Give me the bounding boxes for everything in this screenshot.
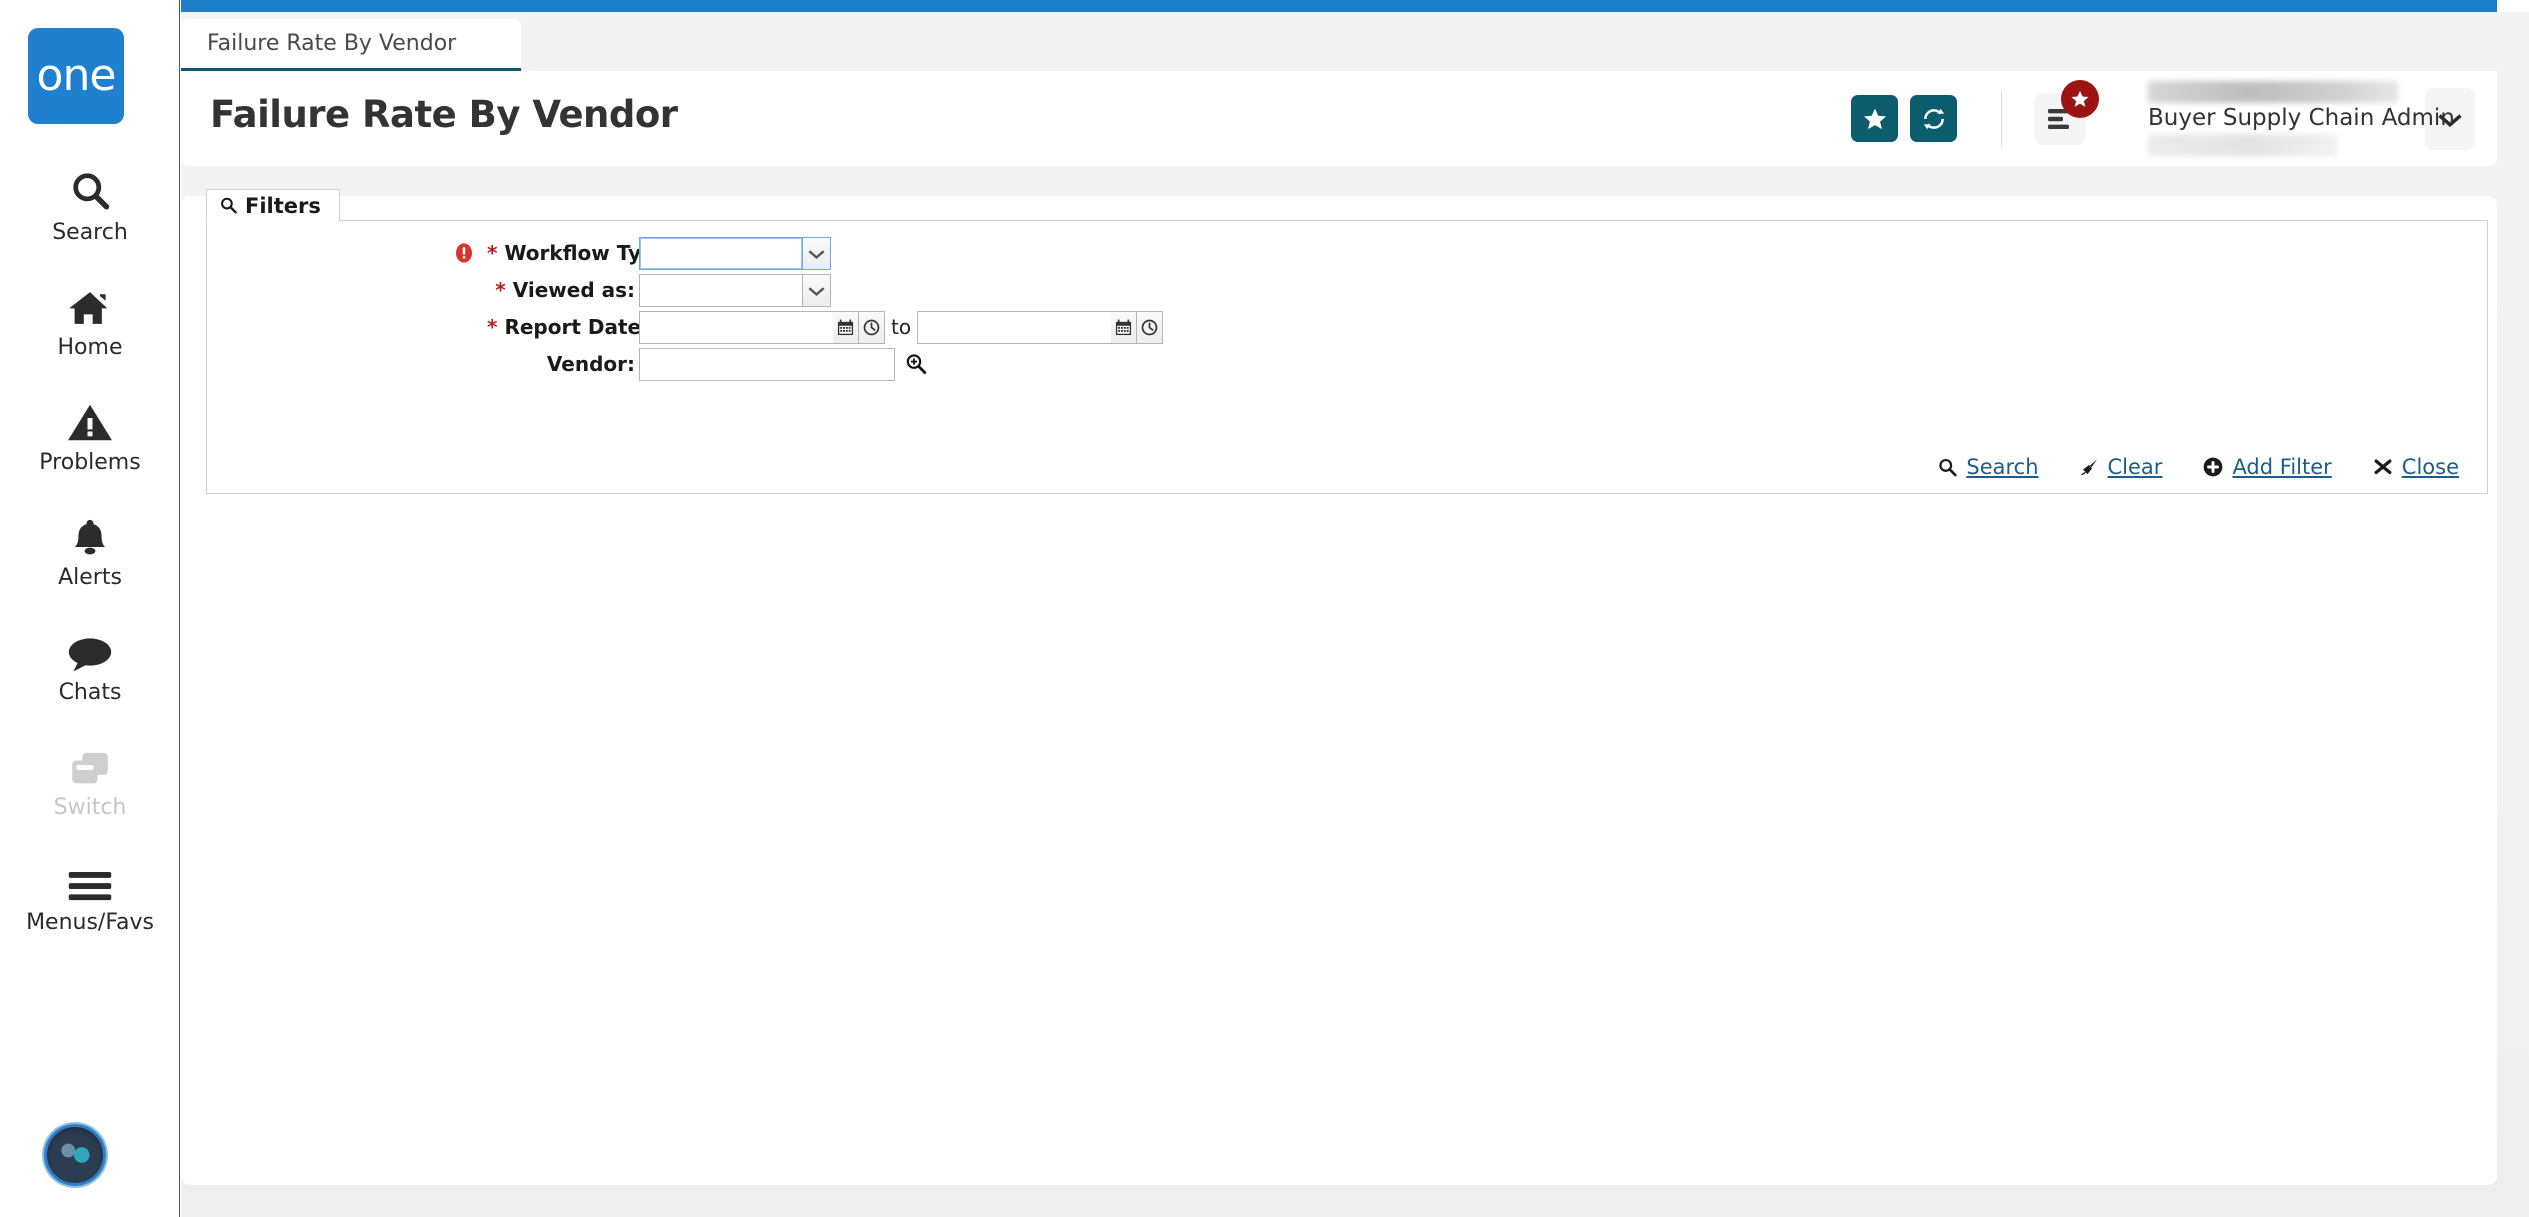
bell-icon — [69, 512, 111, 558]
date-range-separator: to — [891, 315, 912, 339]
tab-filters-label: Filters — [245, 193, 321, 218]
sidebar-item-home[interactable]: Home — [0, 263, 180, 378]
calendar-icon[interactable] — [1111, 310, 1138, 344]
viewed-as-combo[interactable] — [639, 273, 831, 307]
sidebar-item-label: Menus/Favs — [26, 909, 154, 935]
filter-label-report-date: * Report Date: — [487, 315, 650, 339]
star-icon — [1862, 106, 1888, 132]
close-link[interactable]: Close — [2372, 455, 2459, 479]
sidebar-item-label: Home — [57, 334, 123, 360]
filter-row-viewed-as: * Viewed as: — [207, 272, 2487, 308]
tab-strip: Failure Rate By Vendor — [181, 19, 2497, 71]
user-avatar — [44, 1124, 106, 1186]
magnifier-plus-icon — [904, 352, 928, 376]
user-name-redacted — [2148, 80, 2398, 103]
filter-fields-vendor — [639, 347, 929, 381]
clear-link-label: Clear — [2107, 455, 2163, 479]
refresh-icon — [1921, 106, 1947, 132]
add-filter-link-label: Add Filter — [2232, 455, 2332, 479]
search-icon — [68, 167, 112, 213]
sidebar-item-menus-favs[interactable]: Menus/Favs — [0, 838, 180, 953]
vendor-input[interactable] — [639, 347, 895, 381]
required-asterisk: * — [487, 241, 498, 265]
sidebar-item-chats[interactable]: Chats — [0, 608, 180, 723]
filter-fields-viewed-as — [639, 273, 831, 307]
sidebar-item-alerts[interactable]: Alerts — [0, 493, 180, 608]
hamburger-icon — [67, 857, 113, 903]
app-logo[interactable]: one — [28, 28, 124, 124]
workflow-type-input[interactable] — [639, 236, 802, 270]
sidebar-item-search[interactable]: Search — [0, 148, 180, 263]
sidebar-nav: Search Home Problems Alerts Chats Switch… — [0, 148, 180, 953]
home-icon — [67, 282, 113, 328]
report-date-to-input[interactable] — [917, 310, 1112, 344]
filters-form: * Workflow Type: * Viewed as: * Report D… — [207, 235, 2487, 383]
tab-label: Failure Rate By Vendor — [207, 31, 457, 56]
filters-panel: Filters * Workflow Type: * Viewed as: * … — [206, 189, 2488, 494]
filters-actions: Search Clear Add Filter Close — [1937, 455, 2459, 479]
avatar[interactable] — [44, 1124, 106, 1186]
vendor-lookup-button[interactable] — [903, 351, 929, 377]
add-filter-link[interactable]: Add Filter — [2202, 455, 2332, 479]
clock-icon[interactable] — [1137, 310, 1164, 344]
filter-fields-workflow-type — [639, 236, 831, 270]
switch-icon — [68, 742, 112, 788]
filter-label-viewed-as: * Viewed as: — [495, 278, 635, 302]
close-link-label: Close — [2401, 455, 2459, 479]
report-date-from-input[interactable] — [639, 310, 833, 344]
sidebar-item-switch[interactable]: Switch — [0, 723, 180, 838]
filter-row-workflow-type: * Workflow Type: — [207, 235, 2487, 271]
plus-circle-icon — [2202, 456, 2224, 478]
page-title: Failure Rate By Vendor — [210, 93, 678, 136]
user-role: Buyer Supply Chain Admin — [2148, 104, 2455, 131]
broom-icon — [2079, 457, 2100, 478]
filter-label-workflow-type: * Workflow Type: — [487, 241, 677, 265]
favorite-button[interactable] — [1851, 95, 1898, 142]
report-date-to-group — [917, 310, 1164, 344]
user-extra-redacted — [2148, 134, 2338, 157]
clear-link[interactable]: Clear — [2079, 455, 2163, 479]
search-icon — [1937, 457, 1958, 478]
sidebar-item-problems[interactable]: Problems — [0, 378, 180, 493]
report-date-from-group — [639, 310, 885, 344]
application-window: one Search Home Problems Alerts Chats Sw… — [0, 0, 2529, 1217]
filter-label-vendor: Vendor: — [546, 352, 635, 376]
chevron-down-icon[interactable] — [802, 236, 831, 270]
header-divider — [2001, 90, 2002, 147]
close-x-icon — [2372, 457, 2394, 477]
user-info[interactable]: Buyer Supply Chain Admin — [2148, 80, 2455, 157]
app-logo-text: one — [36, 50, 117, 101]
sidebar-item-label: Chats — [58, 679, 122, 705]
required-asterisk: * — [487, 315, 498, 339]
sidebar-item-label: Search — [52, 219, 128, 245]
clock-icon[interactable] — [859, 310, 885, 344]
viewed-as-input[interactable] — [639, 273, 802, 307]
top-accent-bar — [181, 0, 2497, 12]
star-badge-icon — [2061, 79, 2099, 118]
error-icon — [439, 235, 475, 271]
search-icon — [219, 196, 238, 215]
filter-row-report-date: * Report Date: to — [207, 309, 2487, 345]
header-actions: Buyer Supply Chain Admin — [1839, 71, 2475, 166]
sidebar-item-label: Problems — [39, 449, 141, 475]
page-header: Failure Rate By Vendor Buyer Supply Chai… — [181, 71, 2497, 166]
search-link-label: Search — [1966, 455, 2039, 479]
search-link[interactable]: Search — [1937, 455, 2039, 479]
filter-row-vendor: Vendor: — [207, 346, 2487, 382]
sidebar-item-label: Alerts — [58, 564, 122, 590]
workflow-type-combo[interactable] — [639, 236, 831, 270]
notifications-button[interactable] — [2034, 79, 2099, 145]
chat-icon — [67, 627, 113, 673]
warning-icon — [67, 397, 113, 443]
tab-failure-rate-by-vendor[interactable]: Failure Rate By Vendor — [181, 19, 521, 71]
required-asterisk: * — [495, 278, 506, 302]
tab-filters[interactable]: Filters — [206, 189, 340, 222]
refresh-button[interactable] — [1910, 95, 1957, 142]
chevron-down-icon[interactable] — [802, 273, 831, 307]
filter-fields-report-date: to — [639, 310, 1164, 344]
calendar-icon[interactable] — [833, 310, 859, 344]
sidebar-item-label: Switch — [53, 794, 127, 820]
content-card: Filters * Workflow Type: * Viewed as: * … — [181, 189, 2497, 1185]
left-sidebar: one Search Home Problems Alerts Chats Sw… — [0, 0, 180, 1217]
